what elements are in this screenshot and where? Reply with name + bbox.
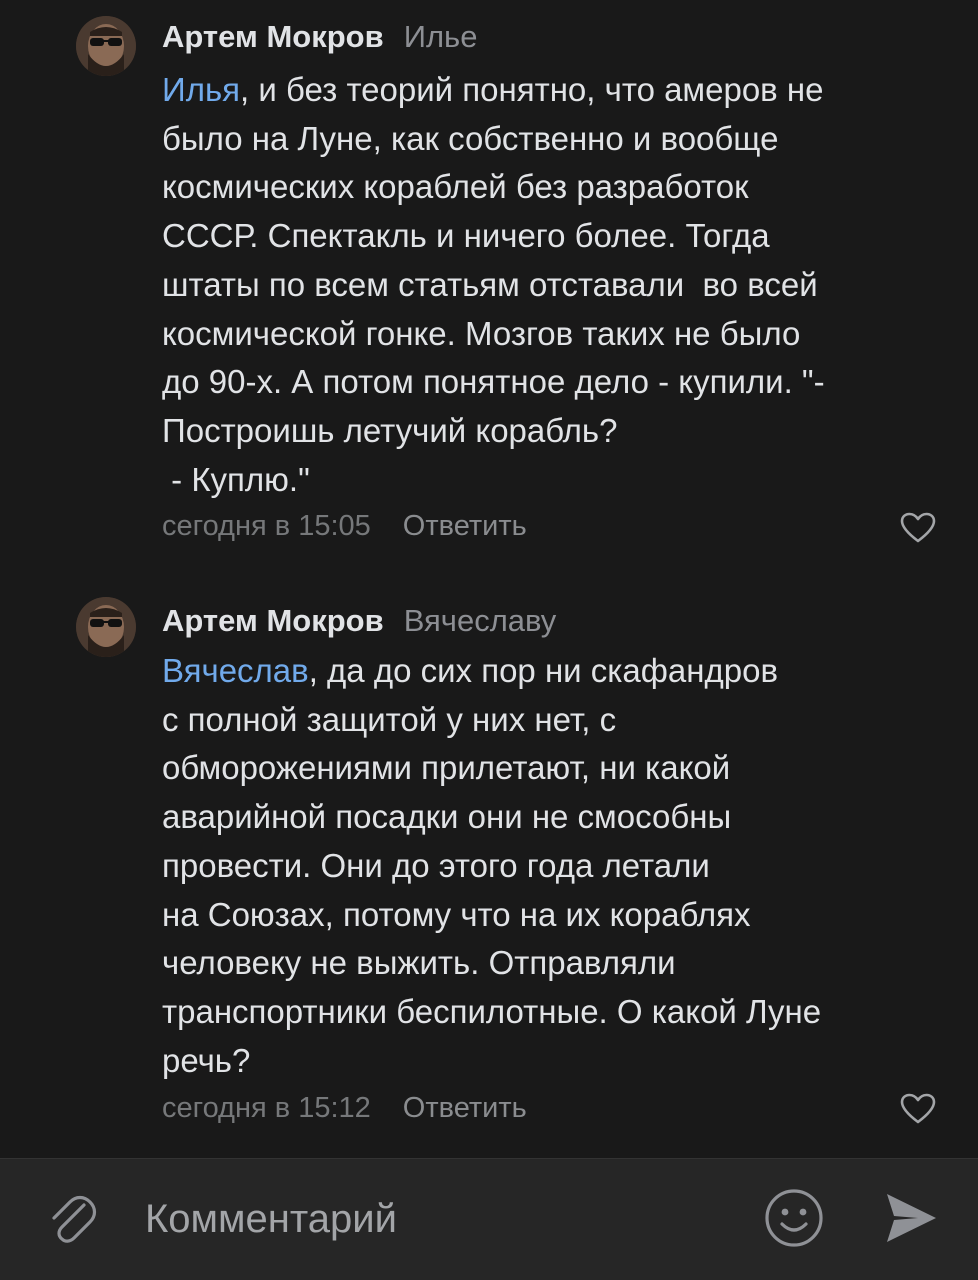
smile-icon bbox=[765, 1189, 823, 1247]
avatar[interactable] bbox=[76, 16, 136, 76]
comment-time: сегодня в 15:05 bbox=[162, 510, 371, 542]
comment-composer bbox=[0, 1158, 978, 1280]
comment-body: , и без теорий понятно, что амеров не бы… bbox=[162, 71, 825, 498]
heart-icon bbox=[900, 1093, 936, 1124]
paperclip-icon bbox=[52, 1195, 97, 1243]
reply-button[interactable]: Ответить bbox=[403, 510, 527, 542]
reply-to-name[interactable]: Илье bbox=[404, 19, 478, 54]
send-button[interactable] bbox=[884, 1190, 938, 1246]
like-button[interactable] bbox=[900, 1093, 936, 1125]
heart-icon bbox=[900, 512, 936, 543]
mention-link[interactable]: Илья bbox=[162, 71, 240, 108]
comment-header: Артем Мокров Илье bbox=[162, 17, 477, 57]
comment-meta: сегодня в 15:12 Ответить bbox=[162, 1090, 527, 1126]
comment-input[interactable] bbox=[145, 1189, 735, 1249]
like-button[interactable] bbox=[900, 512, 936, 544]
avatar[interactable] bbox=[76, 597, 136, 657]
comment-text: Вячеслав, да до сих пор ни скафандров с … bbox=[162, 647, 952, 1085]
comment-time: сегодня в 15:12 bbox=[162, 1092, 371, 1124]
comment-header: Артем Мокров Вячеславу bbox=[162, 601, 556, 641]
comment-text: Илья, и без теорий понятно, что амеров н… bbox=[162, 66, 952, 504]
comment-item: Артем Мокров Вячеславу Вячеслав, да до си… bbox=[0, 583, 978, 1158]
author-name[interactable]: Артем Мокров bbox=[162, 19, 384, 54]
attach-button[interactable] bbox=[44, 1191, 100, 1247]
emoji-button[interactable] bbox=[764, 1188, 824, 1248]
comment-item: Артем Мокров Илье Илья, и без теорий поня… bbox=[0, 0, 978, 560]
mention-link[interactable]: Вячеслав bbox=[162, 652, 309, 689]
author-name[interactable]: Артем Мокров bbox=[162, 603, 384, 638]
reply-button[interactable]: Ответить bbox=[403, 1092, 527, 1124]
comment-meta: сегодня в 15:05 Ответить bbox=[162, 508, 527, 544]
reply-to-name[interactable]: Вячеславу bbox=[404, 603, 557, 638]
comments-feed: Артем Мокров Илье Илья, и без теорий поня… bbox=[0, 0, 978, 1158]
comment-body: , да до сих пор ни скафандров с полной з… bbox=[162, 652, 822, 1079]
send-icon bbox=[887, 1194, 936, 1242]
